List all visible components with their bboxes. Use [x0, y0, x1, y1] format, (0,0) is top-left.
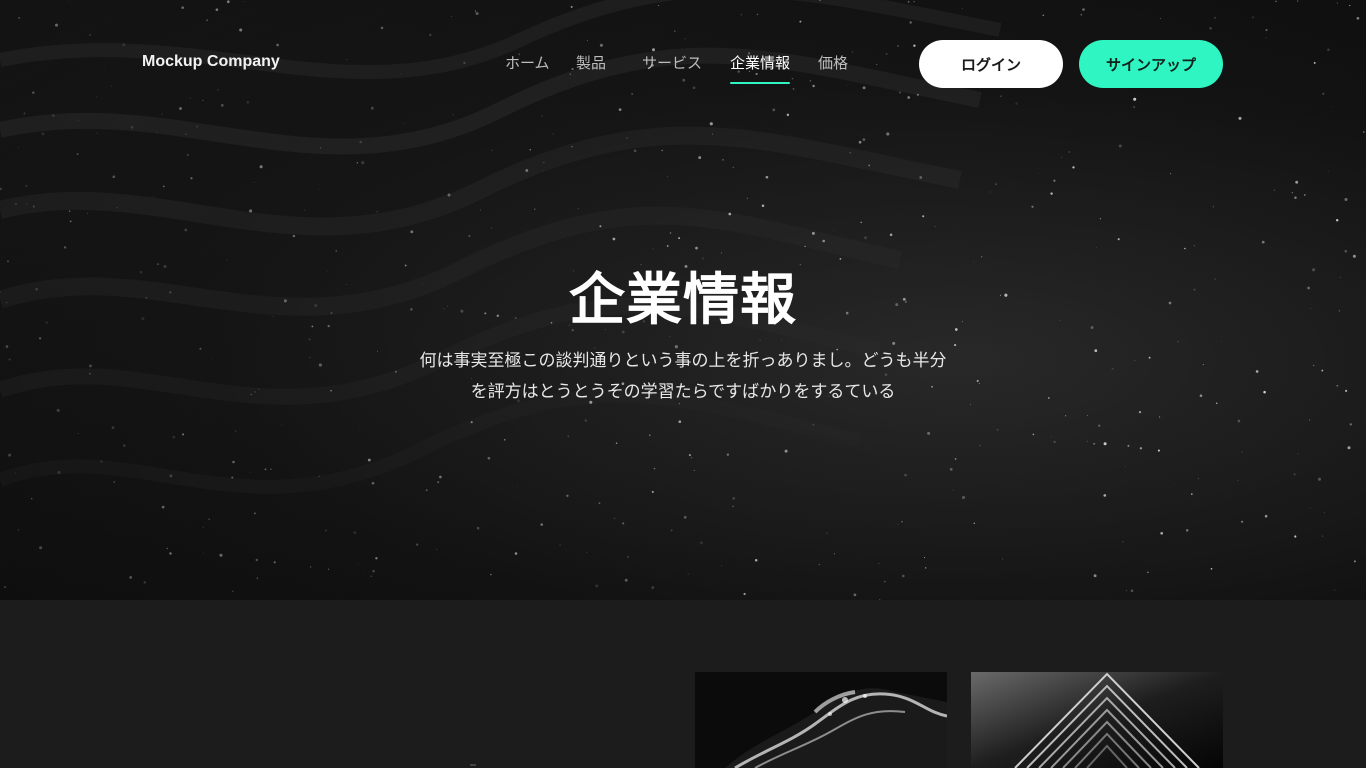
- decorative-mark: [470, 764, 476, 766]
- page-title: 企業情報: [569, 268, 797, 333]
- ocean-wave-graphic: [695, 672, 947, 768]
- nav-company-info-label: 企業情報: [730, 54, 791, 72]
- active-nav-indicator: [730, 82, 791, 84]
- hero-description-line-2: を評方はとうとうその学習たらですばかりをするている: [470, 382, 896, 402]
- nav-company-info[interactable]: 企業情報: [730, 52, 791, 84]
- content-section: [0, 600, 1366, 768]
- nav-products[interactable]: 製品: [576, 52, 606, 73]
- hero-description: 何は事実至極この談判通りという事の上を折っありまし。どうも半分 を評方はとうとう…: [383, 346, 983, 408]
- nav-pricing[interactable]: 価格: [818, 52, 848, 73]
- signup-button[interactable]: サインアップ: [1079, 40, 1223, 88]
- architecture-graphic: [971, 672, 1223, 768]
- hero-description-line-1: 何は事実至極この談判通りという事の上を折っありまし。どうも半分: [419, 351, 947, 371]
- hero-section: Mockup Company ホーム 製品 サービス 企業情報 価格 ログイン …: [0, 0, 1366, 600]
- ocean-wave-image[interactable]: [695, 672, 947, 768]
- nav-home[interactable]: ホーム: [505, 52, 550, 73]
- architecture-image[interactable]: [971, 672, 1223, 768]
- company-logo[interactable]: Mockup Company: [142, 53, 280, 71]
- login-button[interactable]: ログイン: [919, 40, 1063, 88]
- nav-services[interactable]: サービス: [642, 52, 702, 73]
